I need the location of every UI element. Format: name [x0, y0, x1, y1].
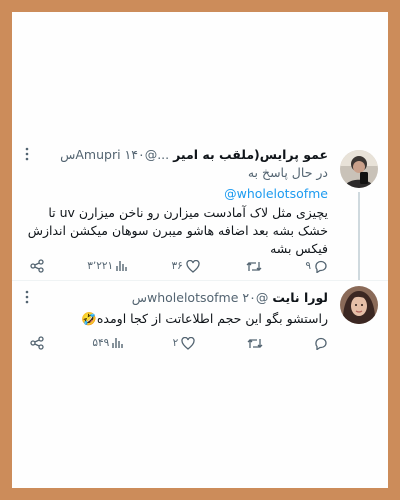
share-button[interactable]: [30, 334, 44, 352]
like-button[interactable]: ۲: [173, 334, 196, 352]
share-icon: [30, 336, 44, 350]
more-dots-icon[interactable]: [20, 147, 34, 165]
tweet-1-actions: ۳٬۲۲۱ ۳۶ ۹: [30, 257, 328, 275]
reply-to-mention[interactable]: @wholelotsofme: [224, 186, 328, 201]
tweet-divider: [12, 280, 388, 281]
replies-count: ۹: [305, 260, 311, 272]
like-button[interactable]: ۳۶: [171, 257, 200, 275]
tweet-2-header: لورا نایت @wholelotsofme ۲۰س: [20, 290, 328, 308]
retweet-icon: [247, 338, 263, 348]
tweet-1-name[interactable]: عمو پرایس(ملقب به امیر: [173, 147, 328, 162]
reply-bubble-icon: [315, 260, 327, 273]
reply-button[interactable]: [311, 334, 328, 352]
reply-button[interactable]: ۹: [305, 257, 328, 275]
retweet-button[interactable]: [244, 334, 263, 352]
retweet-icon: [246, 261, 262, 271]
likes-count: ۳۶: [171, 260, 183, 272]
tweet-1[interactable]: عمو پرایس(ملقب به امیر ...@Amupri ۱۴۰س د…: [16, 140, 384, 280]
tweet-1-text: یچیزی مثل لاک آمادست میزارن رو ناخن میزا…: [27, 205, 328, 256]
tweet-1-header: عمو پرایس(ملقب به امیر ...@Amupri ۱۴۰س: [20, 147, 328, 165]
reply-to-line: در حال پاسخ به: [248, 165, 328, 180]
views-bar-chart-icon: [116, 261, 127, 271]
reply-mention-line: @wholelotsofme: [20, 185, 328, 203]
reply-prefix: در حال پاسخ به: [247, 165, 328, 180]
share-button[interactable]: [30, 257, 44, 275]
retweet-button[interactable]: [243, 257, 262, 275]
views-button[interactable]: ۵۴۹: [92, 334, 124, 352]
tweet-2[interactable]: لورا نایت @wholelotsofme ۲۰س راستشو بگو …: [16, 282, 384, 362]
tweet-2-text: راستشو بگو این حجم اطلاعاتت از کجا اومده…: [81, 311, 328, 326]
tweet-1-handle[interactable]: ...@Amupri: [75, 147, 169, 162]
thread-line: [358, 192, 360, 280]
tweet-2-actions: ۵۴۹ ۲: [30, 334, 328, 352]
avatar-tweet-2[interactable]: [340, 286, 378, 324]
heart-icon: [186, 259, 200, 273]
likes-count: ۲: [172, 337, 179, 349]
more-dots-icon[interactable]: [20, 290, 34, 308]
avatar-tweet-1[interactable]: [340, 150, 378, 188]
share-icon: [30, 259, 44, 273]
heart-icon: [181, 336, 195, 350]
views-count: ۵۴۹: [92, 337, 110, 349]
reply-bubble-icon: [315, 337, 327, 350]
views-button[interactable]: ۳٬۲۲۱: [87, 257, 128, 275]
views-count: ۳٬۲۲۱: [87, 260, 114, 272]
tweet-2-name[interactable]: لورا نایت: [272, 290, 328, 305]
views-bar-chart-icon: [112, 338, 123, 348]
